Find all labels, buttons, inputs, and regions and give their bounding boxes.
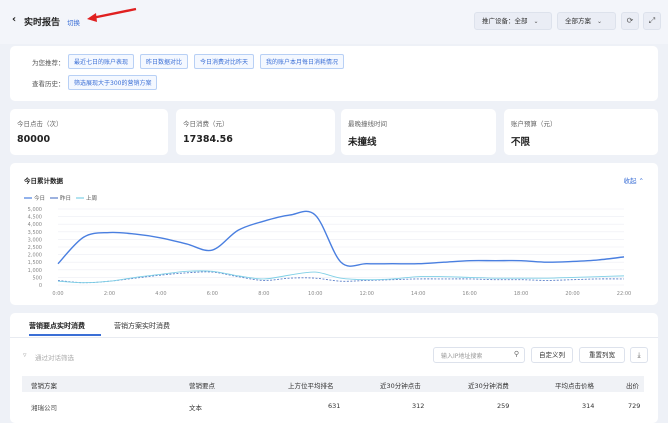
ip-search-input[interactable]: 输入IP地址搜索 ⚲ [433, 347, 525, 363]
x-tick-label: 0:00 [52, 291, 63, 297]
table-cell: 312 [412, 402, 425, 410]
filter-input[interactable]: 通过对话筛选 [35, 352, 74, 362]
stat-label: 最晚撞线时间 [348, 120, 387, 128]
plan-select[interactable]: 全部方案 ⌄ [557, 12, 616, 30]
stat-label: 今日消费（元） [183, 120, 229, 128]
custom-columns-button[interactable]: 自定义列 [531, 347, 573, 363]
chart-card: 今日累计数据 收起 ⌃ 0 500 1,000 1,500 2,000 2,500 3,00… [10, 163, 658, 305]
divider [10, 337, 658, 338]
legend-label: 今日 [34, 194, 45, 202]
x-tick-label: 14:00 [411, 291, 425, 297]
table-card: 营销要点实时消费 营销方案实时消费 ▿ 通过对话筛选 输入IP地址搜索 ⚲ 自定… [10, 313, 658, 423]
tab-keyword-spend[interactable]: 营销要点实时消费 [29, 321, 85, 331]
stat-value: 不限 [511, 137, 531, 148]
y-tick-label: 3,500 [28, 230, 42, 236]
stat-card-cost: 今日消费（元） 17384.56 [176, 109, 335, 155]
x-tick-label: 12:00 [360, 291, 374, 297]
search-icon[interactable]: ⚲ [514, 350, 519, 358]
table-header: 营销方案 营销要点 上方位平均排名 近30分钟点击 近30分钟消费 平均点击价格… [22, 376, 644, 392]
tab-plan-spend[interactable]: 营销方案实时消费 [114, 321, 170, 331]
recommend-tag[interactable]: 最近七日的账户表现 [68, 54, 135, 69]
legend-label: 昨日 [60, 194, 71, 202]
device-select[interactable]: 推广设备：全部 ⌄ [474, 12, 552, 30]
y-tick-label: 2,000 [28, 253, 42, 259]
column-header[interactable]: 营销要点 [189, 380, 215, 390]
column-header[interactable]: 上方位平均排名 [288, 380, 334, 390]
column-header[interactable]: 平均点击价格 [555, 380, 594, 390]
table-cell: 729 [628, 402, 641, 410]
y-tick-label: 1,500 [28, 260, 42, 266]
recommend-tag[interactable]: 我的账户本月每日消耗情况 [260, 54, 345, 69]
stat-value: 未撞线 [348, 137, 377, 148]
y-tick-label: 0 [39, 283, 42, 289]
x-tick-label: 2:00 [104, 291, 115, 297]
recommend-row: 为您推荐： 最近七日的账户表现 昨日数据对比 今日消费对比昨天 我的账户本月每日… [32, 54, 350, 69]
column-header[interactable]: 出价 [626, 380, 639, 390]
table-cell: 314 [582, 402, 595, 410]
table-cell: 259 [497, 402, 510, 410]
recommend-card: 为您推荐： 最近七日的账户表现 昨日数据对比 今日消费对比昨天 我的账户本月每日… [10, 46, 658, 101]
chevron-down-icon: ⌄ [597, 18, 603, 25]
expand-icon[interactable]: ⤢ [643, 12, 661, 30]
table-tabs: 营销要点实时消费 营销方案实时消费 [10, 313, 658, 337]
filter-icon: ▿ [23, 351, 27, 359]
stat-label: 今日点击（次） [17, 120, 63, 128]
recommend-tag[interactable]: 昨日数据对比 [140, 54, 189, 69]
y-tick-label: 500 [32, 275, 42, 281]
history-row: 查看历史： 筛选展现大于300的营销方案 [32, 75, 163, 90]
switch-link[interactable]: 切换 [67, 17, 80, 27]
table-cell: 湘瑞公司 [31, 404, 57, 412]
annotation-arrow-icon [87, 7, 137, 22]
chevron-left-icon[interactable]: ‹ [12, 14, 16, 25]
table-cell: 文本 [189, 404, 202, 412]
column-header[interactable]: 近30分钟消费 [468, 380, 509, 390]
stat-value: 17384.56 [183, 134, 233, 145]
stat-card-cap-time: 最晚撞线时间 未撞线 [341, 109, 496, 155]
x-tick-label: 4:00 [155, 291, 166, 297]
y-tick-label: 3,000 [28, 237, 42, 243]
y-tick-label: 1,000 [28, 268, 42, 274]
active-tab-indicator [29, 334, 101, 336]
y-tick-label: 4,000 [28, 222, 42, 228]
x-tick-label: 8:00 [258, 291, 269, 297]
table-cell: 631 [328, 402, 341, 410]
download-icon[interactable]: ⤓ [630, 347, 648, 363]
y-tick-label: 2,500 [28, 245, 42, 251]
stat-label: 账户预算（元） [511, 120, 557, 128]
recommend-tag[interactable]: 今日消费对比昨天 [194, 54, 255, 69]
table-row[interactable]: 湘瑞公司 文本 631 312 259 314 729 [22, 400, 644, 414]
refresh-icon[interactable]: ⟳ [621, 12, 639, 30]
column-header[interactable]: 近30分钟点击 [380, 380, 421, 390]
page-header: ‹ 实时报告 切换 推广设备：全部 ⌄ 全部方案 ⌄ ⟳ ⤢ [0, 0, 668, 44]
history-tag[interactable]: 筛选展现大于300的营销方案 [68, 75, 158, 90]
x-tick-label: 22:00 [617, 291, 631, 297]
chevron-down-icon: ⌄ [533, 18, 539, 25]
page-title: 实时报告 [24, 18, 61, 28]
stat-value: 80000 [17, 134, 51, 145]
x-tick-label: 6:00 [207, 291, 218, 297]
line-chart: 05001,0001,5002,0002,5003,0003,5004,0004… [24, 194, 631, 297]
stat-card-budget: 账户预算（元） 不限 [504, 109, 658, 155]
stat-card-clicks: 今日点击（次） 80000 [10, 109, 168, 155]
y-tick-label: 4,500 [28, 215, 42, 221]
x-tick-label: 20:00 [565, 291, 579, 297]
legend-label: 上周 [86, 194, 97, 202]
series-line-1 [57, 210, 625, 267]
column-header[interactable]: 营销方案 [31, 380, 57, 390]
x-tick-label: 10:00 [308, 291, 322, 297]
x-tick-label: 16:00 [462, 291, 476, 297]
reset-columns-button[interactable]: 重置列宽 [579, 347, 625, 363]
y-tick-label: 5,000 [28, 207, 42, 213]
x-tick-label: 18:00 [514, 291, 528, 297]
